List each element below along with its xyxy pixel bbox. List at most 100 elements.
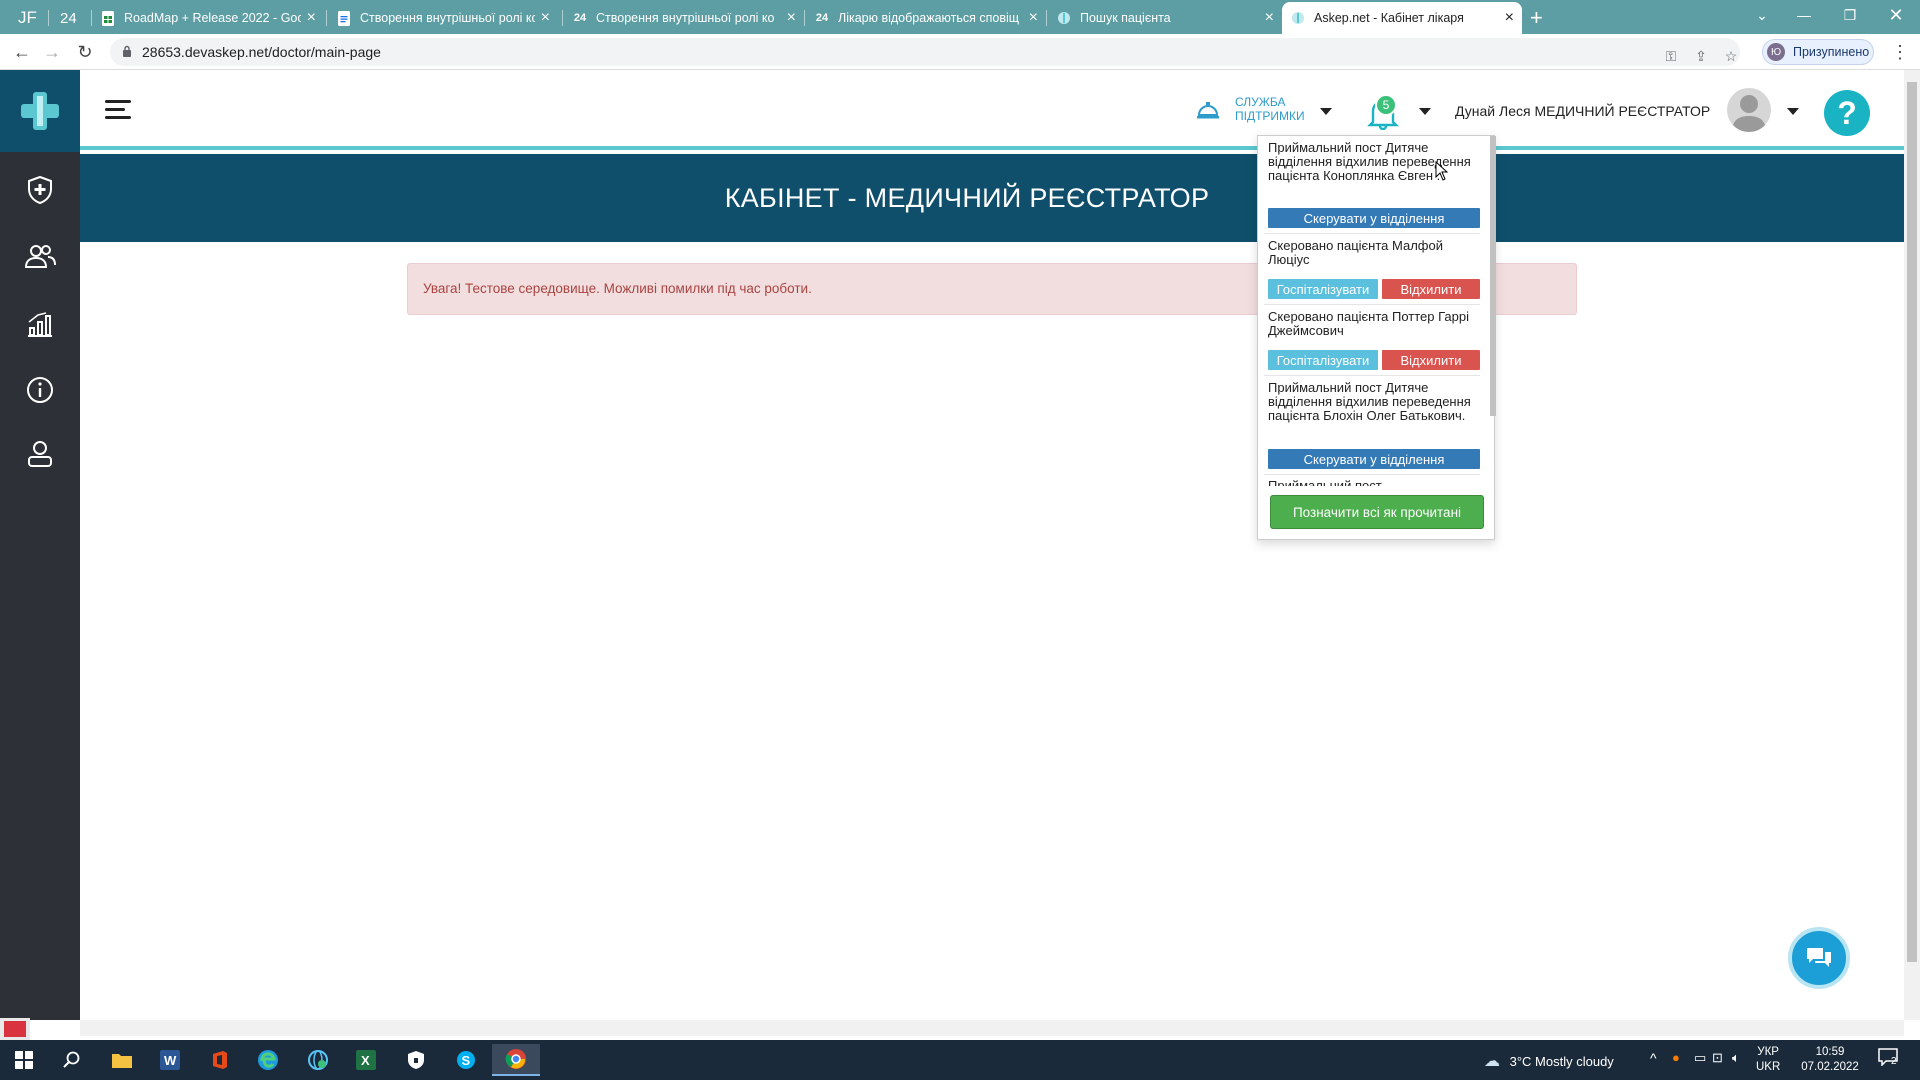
notification-scrollbar[interactable] — [1490, 136, 1496, 416]
user-name[interactable]: Дунай Леся МЕДИЧНИЙ РЕЄСТРАТОР — [1455, 103, 1710, 119]
page-title: КАБІНЕТ - МЕДИЧНИЙ РЕЄСТРАТОР — [724, 182, 1210, 213]
display-icon[interactable]: ▭ — [1694, 1050, 1706, 1066]
close-icon: ✕ — [1888, 4, 1904, 25]
vpn-button[interactable] — [298, 1044, 338, 1076]
close-icon[interactable]: × — [541, 10, 550, 26]
sidebar-item-statistics[interactable] — [20, 304, 60, 344]
shield-icon — [408, 1051, 424, 1069]
back-button[interactable]: ← — [10, 40, 34, 64]
key-icon[interactable]: ⚿ — [1662, 47, 1680, 65]
close-icon[interactable]: × — [1029, 10, 1038, 26]
word-button[interactable]: W — [150, 1044, 190, 1076]
search-button[interactable] — [52, 1044, 92, 1076]
profile-button[interactable]: Ю Призупинено — [1762, 39, 1874, 65]
star-icon[interactable]: ☆ — [1722, 47, 1740, 65]
refer-to-department-button[interactable]: Скерувати у відділення — [1268, 449, 1480, 469]
avatar[interactable] — [1727, 88, 1771, 132]
reject-button[interactable]: Відхилити — [1382, 279, 1480, 299]
tab-gdoc[interactable]: Створення внутрішньої ролі ко × — [328, 2, 558, 34]
chrome-button[interactable] — [492, 1044, 540, 1076]
pdf-download-icon[interactable] — [0, 1018, 30, 1040]
forward-button[interactable]: → — [40, 40, 64, 64]
notification-list[interactable]: Приймальний пост Дитяче відділення відхи… — [1258, 136, 1496, 486]
new-tab-button[interactable]: + — [1530, 2, 1560, 34]
close-window-button[interactable]: ✕ — [1874, 0, 1918, 30]
user-avatar-icon — [1732, 95, 1766, 132]
support-menu[interactable]: СЛУЖБА ПІДТРИМКИ — [1195, 95, 1305, 123]
tray-overflow-button[interactable]: ^ — [1650, 1050, 1657, 1066]
excel-button[interactable]: X — [346, 1044, 386, 1076]
chevron-down-icon[interactable] — [1419, 108, 1431, 115]
tab-jira-3[interactable]: 24 Лікарю відображаються сповіщ × — [806, 2, 1046, 34]
close-icon[interactable]: × — [787, 10, 796, 26]
close-icon[interactable]: × — [1265, 10, 1274, 26]
browser-menu-button[interactable]: ⋮ — [1890, 42, 1910, 62]
hospitalize-button[interactable]: Госпіталізувати — [1268, 279, 1378, 299]
info-icon — [27, 377, 53, 403]
tab-search-button[interactable]: ⌄ — [1740, 0, 1784, 30]
arrow-right-icon: → — [43, 41, 61, 62]
tab-askep-cabinet[interactable]: Askep.net - Кабінет лікаря × — [1282, 2, 1522, 34]
app-logo[interactable] — [0, 70, 80, 152]
restore-button[interactable]: ❐ — [1828, 0, 1872, 30]
mark-all-read-button[interactable]: Позначити всі як прочитані — [1270, 495, 1484, 529]
file-explorer-button[interactable] — [102, 1044, 142, 1076]
svg-text:S: S — [462, 1053, 471, 1068]
weather-widget[interactable]: ☁ 3°C Mostly cloudy — [1484, 1051, 1614, 1071]
reload-button[interactable]: ↻ — [73, 40, 97, 64]
notification-item: Скеровано пацієнта Поттер Гаррі Джеймсов… — [1268, 310, 1480, 338]
tab-label: 24 — [60, 9, 77, 27]
security-button[interactable] — [396, 1044, 436, 1076]
question-icon: ? — [1837, 94, 1857, 131]
network-icon[interactable]: ⊡ — [1712, 1050, 1723, 1066]
chevron-down-icon[interactable] — [1320, 108, 1332, 115]
language-line2: UKR — [1756, 1061, 1781, 1073]
office-icon — [213, 1051, 227, 1069]
volume-icon[interactable]: 🔈︎ — [1732, 1050, 1740, 1066]
reject-button[interactable]: Відхилити — [1382, 350, 1480, 370]
notification-item: Приймальний пост — [1268, 479, 1480, 487]
office-button[interactable] — [200, 1044, 240, 1076]
chevron-up-icon: ^ — [1650, 1050, 1657, 1066]
folder-icon — [112, 1054, 132, 1068]
skype-button[interactable]: S — [446, 1044, 486, 1076]
tab-jira-1[interactable]: 24 — [52, 2, 92, 34]
horizontal-scrollbar[interactable] — [80, 1020, 1904, 1036]
chat-button[interactable] — [1788, 927, 1850, 989]
help-button[interactable]: ? — [1824, 90, 1870, 136]
tab-label: Пошук пацієнта — [1080, 11, 1171, 25]
tab-patient-search[interactable]: Пошук пацієнта × — [1048, 2, 1282, 34]
svg-text:W: W — [164, 1053, 177, 1068]
arrow-left-icon: ← — [13, 41, 31, 62]
url-input[interactable]: 28653.devaskep.net/doctor/main-page ⚿ ⇪ … — [110, 38, 1740, 66]
page-scrollbar[interactable] — [1904, 70, 1920, 1020]
tab-jira-2[interactable]: 24 Створення внутрішньої ролі ко × — [564, 2, 804, 34]
sidebar-item-medical[interactable] — [20, 170, 60, 210]
close-icon[interactable]: × — [1505, 10, 1514, 26]
notification-text: Приймальний пост Дитяче відділення відхи… — [1268, 380, 1471, 423]
menu-toggle-button[interactable] — [105, 100, 131, 122]
windows-icon — [15, 1051, 33, 1069]
language-indicator[interactable]: УКР UKR — [1756, 1045, 1780, 1075]
reload-icon: ↻ — [77, 41, 93, 62]
tray-app-icon[interactable]: ● — [1672, 1050, 1680, 1065]
minimize-button[interactable]: — — [1782, 0, 1826, 30]
edge-button[interactable] — [248, 1044, 288, 1076]
sidebar-item-info[interactable] — [20, 370, 60, 410]
tab-label: Створення внутрішньої ролі ко — [596, 11, 775, 25]
windows-start-button[interactable] — [4, 1044, 44, 1076]
tab-jotform[interactable]: JF — [10, 2, 50, 34]
action-center-button[interactable]: 2 — [1878, 1048, 1902, 1070]
clock[interactable]: 10:59 07.02.2022 — [1798, 1045, 1862, 1075]
hospitalize-button[interactable]: Госпіталізувати — [1268, 350, 1378, 370]
close-icon[interactable]: × — [307, 10, 316, 26]
refer-to-department-button[interactable]: Скерувати у відділення — [1268, 208, 1480, 228]
share-icon[interactable]: ⇪ — [1692, 47, 1710, 65]
sidebar-item-profile[interactable] — [20, 434, 60, 474]
minimize-icon: — — [1797, 7, 1811, 23]
support-label-line1: СЛУЖБА — [1235, 95, 1286, 109]
sidebar-item-patients[interactable] — [20, 236, 60, 276]
chevron-down-icon[interactable] — [1787, 108, 1799, 115]
tab-roadmap[interactable]: RoadMap + Release 2022 - Goog × — [92, 2, 324, 34]
notification-count-badge: 5 — [1375, 94, 1397, 116]
